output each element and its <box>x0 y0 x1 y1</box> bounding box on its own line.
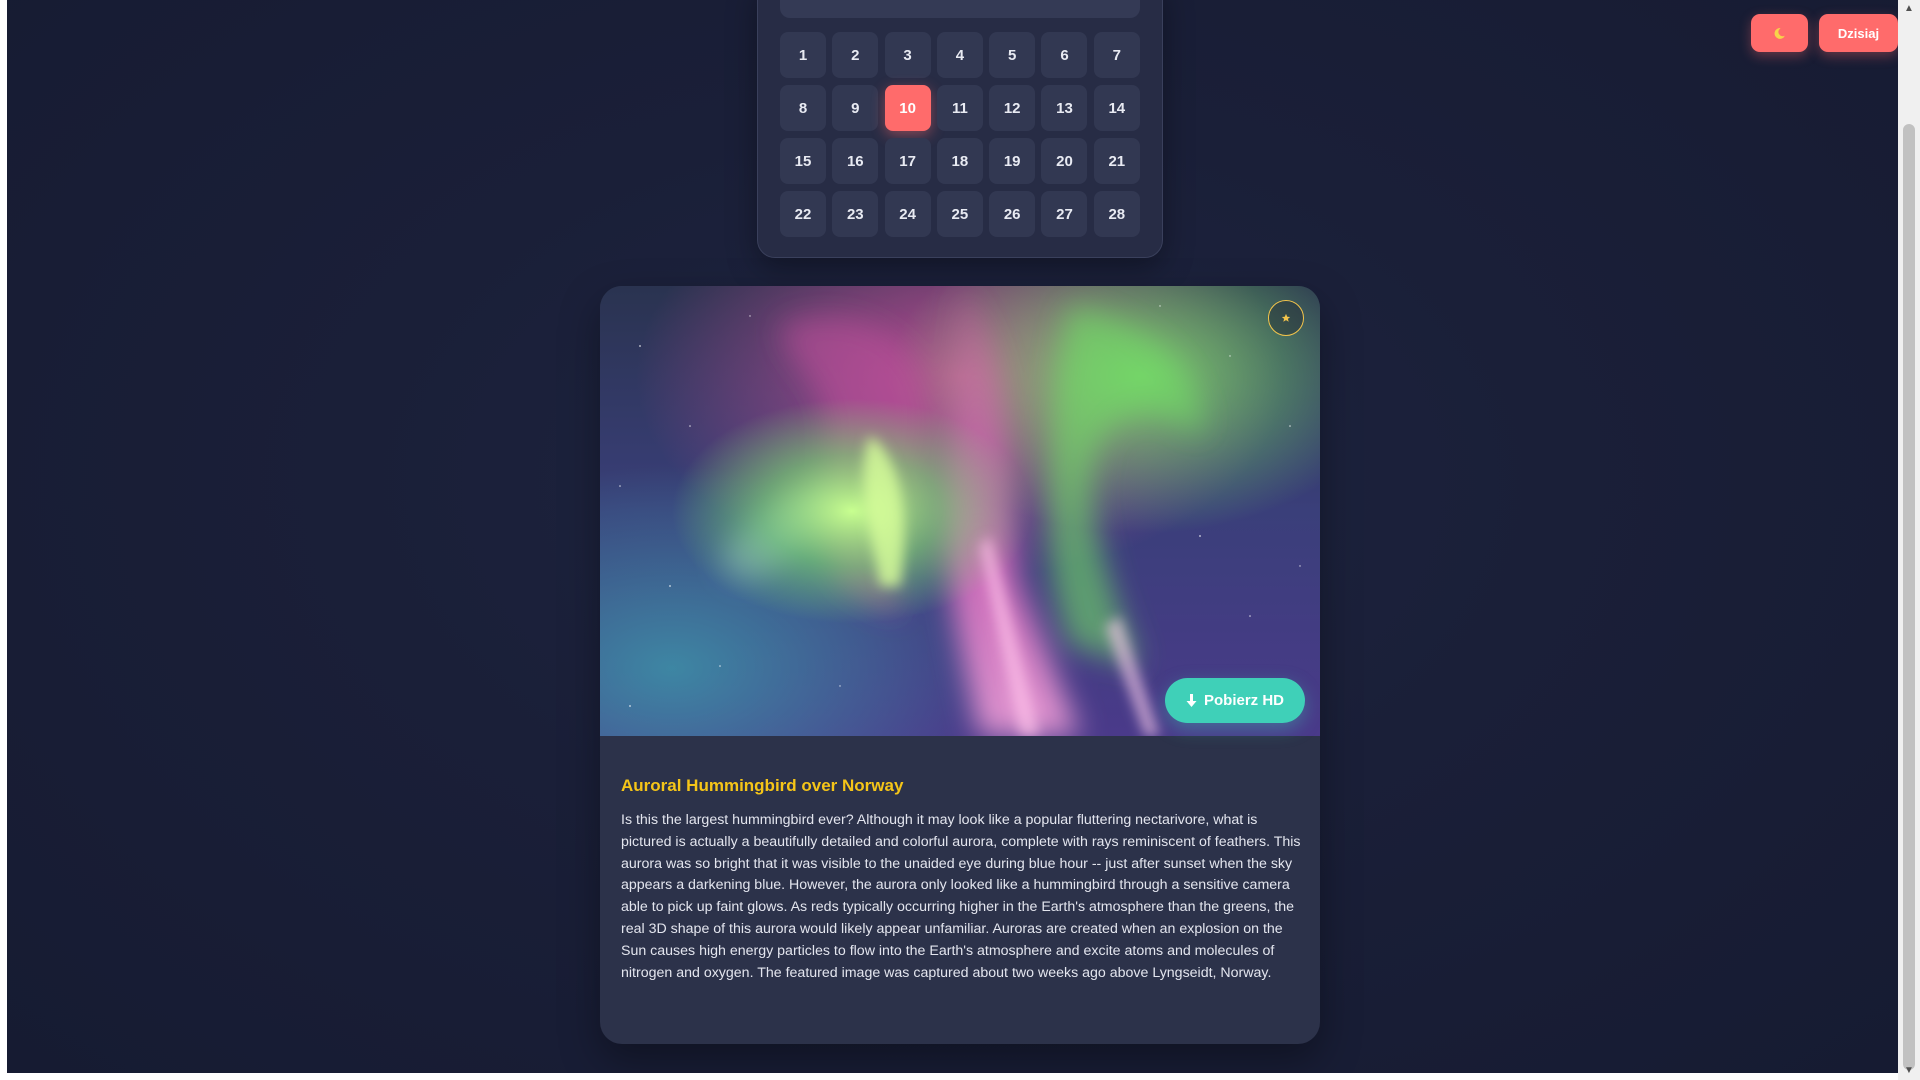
calendar-day[interactable]: 14 <box>1093 85 1140 131</box>
aurora-photo <box>600 286 1320 736</box>
download-arrow-icon <box>1186 693 1197 707</box>
calendar-days-grid: 1 2 3 4 5 6 7 8 9 10 11 12 13 14 15 16 17 18 19 20 21 22 23 24 2… <box>780 32 1140 237</box>
calendar-day[interactable]: 22 <box>780 191 826 237</box>
calendar-day[interactable]: 20 <box>1041 138 1088 184</box>
moon-icon <box>1774 27 1785 39</box>
apod-card: Pobierz HD Auroral Hummingbird over Norw… <box>600 286 1320 1044</box>
calendar-day[interactable]: 3 <box>884 32 931 78</box>
calendar-day[interactable]: 6 <box>1041 32 1088 78</box>
calendar-day[interactable]: 2 <box>832 32 879 78</box>
vertical-scrollbar[interactable]: ▲ ▼ <box>1898 0 1920 1080</box>
calendar-day[interactable]: 27 <box>1041 191 1088 237</box>
scrollbar-thumb[interactable] <box>1903 124 1915 1070</box>
calendar-day[interactable]: 24 <box>884 191 931 237</box>
star-icon <box>1281 313 1291 322</box>
apod-explanation: Is this the largest hummingbird ever? Al… <box>621 812 1301 981</box>
calendar-day[interactable]: 25 <box>936 191 983 237</box>
window-bottom-edge <box>0 1073 1920 1080</box>
download-hd-button[interactable]: Pobierz HD <box>1165 678 1305 723</box>
calendar-day[interactable]: 26 <box>989 191 1036 237</box>
calendar-day[interactable]: 12 <box>989 85 1036 131</box>
today-button[interactable]: Dzisiaj <box>1819 14 1898 52</box>
calendar-day[interactable]: 1 <box>780 32 826 78</box>
calendar-day[interactable]: 4 <box>936 32 983 78</box>
page-viewport: 1 2 3 4 5 6 7 8 9 10 11 12 13 14 15 16 17 18 19 20 21 22 23 24 2… <box>7 0 1898 1073</box>
calendar-day[interactable]: 19 <box>989 138 1036 184</box>
calendar-day[interactable]: 17 <box>884 138 931 184</box>
calendar-day[interactable]: 21 <box>1093 138 1140 184</box>
calendar-header <box>780 0 1140 18</box>
calendar-day[interactable]: 15 <box>780 138 826 184</box>
calendar-day[interactable]: 28 <box>1093 191 1140 237</box>
calendar-day[interactable]: 8 <box>780 85 826 131</box>
calendar-day[interactable]: 23 <box>832 191 879 237</box>
scroll-up-icon[interactable]: ▲ <box>1898 0 1920 18</box>
calendar-day[interactable]: 16 <box>832 138 879 184</box>
calendar-day[interactable]: 18 <box>936 138 983 184</box>
theme-toggle-button[interactable] <box>1751 14 1808 52</box>
calendar-widget: 1 2 3 4 5 6 7 8 9 10 11 12 13 14 15 16 17 18 19 20 21 22 23 24 2… <box>757 0 1163 258</box>
calendar-day[interactable]: 11 <box>936 85 983 131</box>
calendar-day[interactable]: 13 <box>1041 85 1088 131</box>
calendar-day[interactable]: 5 <box>989 32 1036 78</box>
calendar-day[interactable]: 9 <box>832 85 879 131</box>
calendar-day-selected[interactable]: 10 <box>884 85 931 131</box>
apod-title: Auroral Hummingbird over Norway <box>621 776 904 795</box>
download-label: Pobierz HD <box>1203 692 1284 709</box>
scroll-down-icon[interactable]: ▼ <box>1898 1062 1920 1080</box>
calendar-day[interactable]: 7 <box>1093 32 1140 78</box>
favorite-button[interactable] <box>1268 300 1304 336</box>
